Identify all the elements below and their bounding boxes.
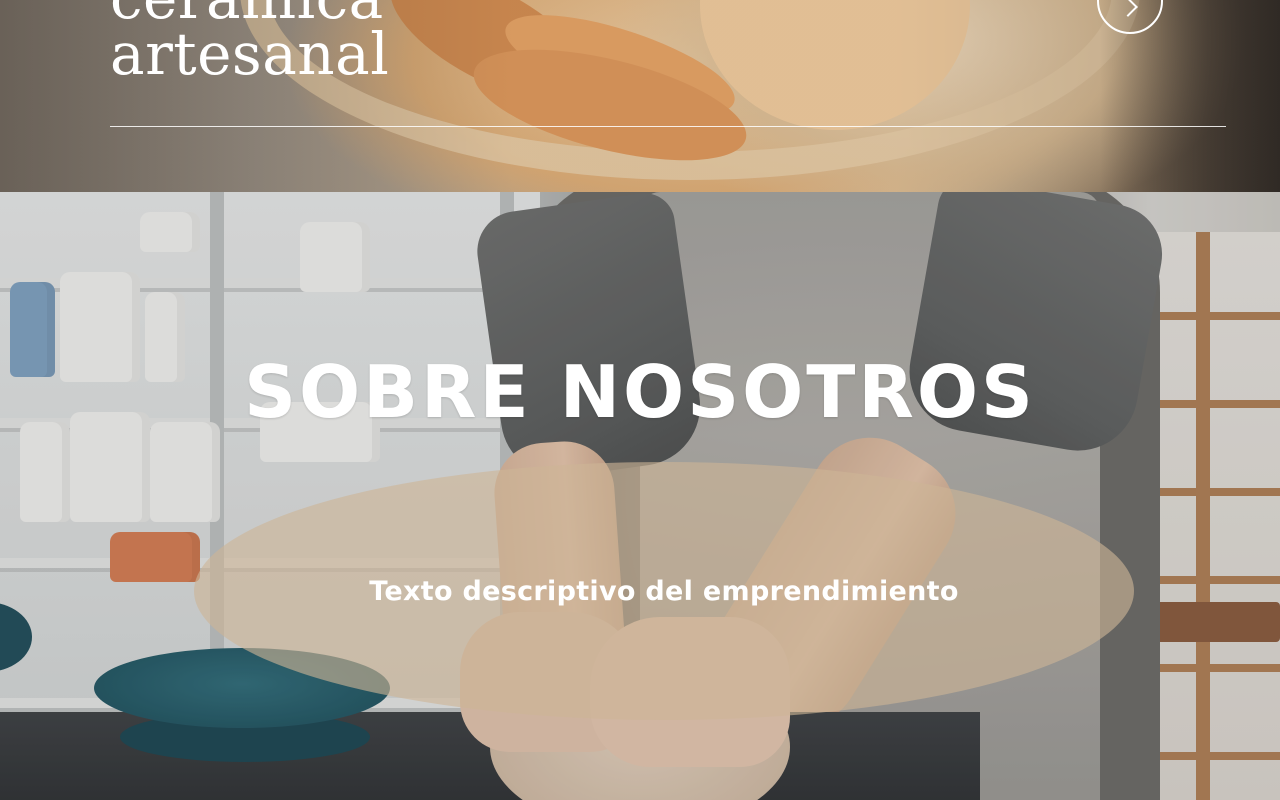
hero-divider xyxy=(110,126,1226,127)
hero-title-line-2: artesanal xyxy=(110,20,390,88)
about-section: SOBRE NOSOTROS Texto descriptivo del emp… xyxy=(0,192,1280,800)
chevron-right-icon xyxy=(1118,0,1138,17)
hero-banner: cerámica artesanal xyxy=(0,0,1280,192)
hero-title: cerámica artesanal xyxy=(110,0,390,88)
description-panel: Texto descriptivo del emprendimiento xyxy=(194,462,1134,720)
about-title: SOBRE NOSOTROS xyxy=(244,350,1036,434)
description-text: Texto descriptivo del emprendimiento xyxy=(369,575,959,607)
page: cerámica artesanal xyxy=(0,0,1280,800)
